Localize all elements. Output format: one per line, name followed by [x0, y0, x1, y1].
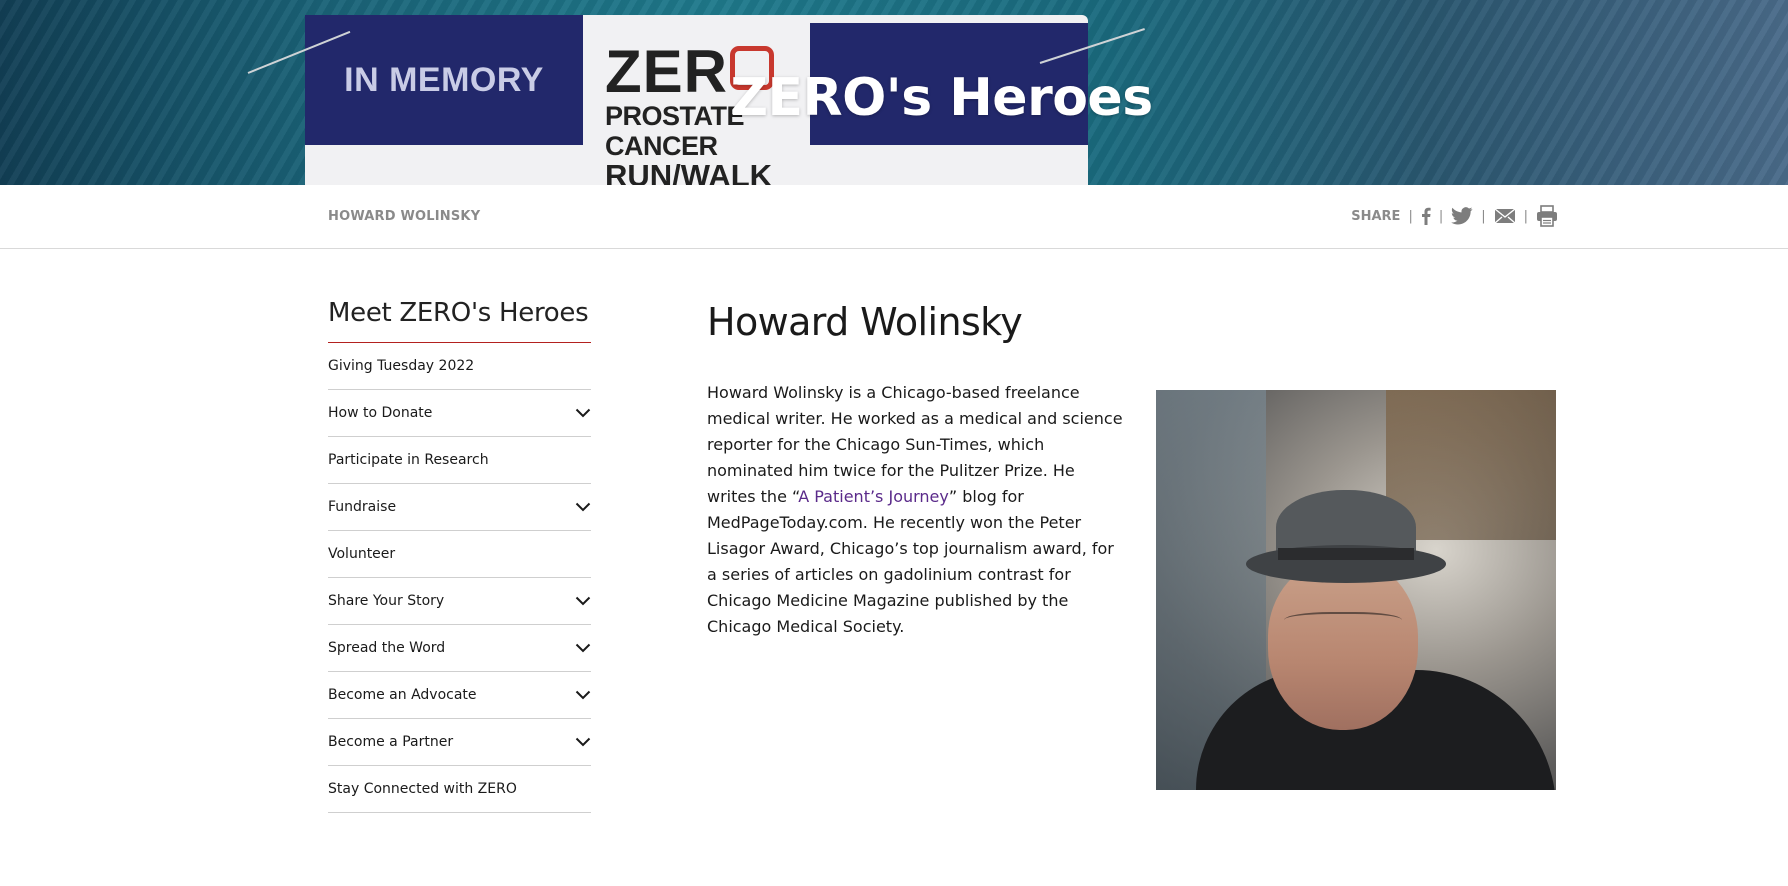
bio-text-end: ” blog for MedPageToday.com. He recently… [707, 487, 1114, 636]
breadcrumb-bar: HOWARD WOLINSKY SHARE | | | | [0, 185, 1788, 249]
sidebar-item[interactable]: Participate in Research [328, 437, 591, 484]
sidebar-heading: Meet ZERO's Heroes [328, 298, 591, 343]
email-icon[interactable] [1494, 205, 1516, 227]
sidebar-item[interactable]: Spread the Word [328, 625, 591, 672]
hero-banner: IN MEMORY ZER PROSTATE CANCER RUN/WALK Z… [0, 0, 1788, 185]
chevron-down-icon[interactable] [575, 690, 591, 700]
sidebar-item[interactable]: Share Your Story [328, 578, 591, 625]
chevron-down-icon[interactable] [575, 596, 591, 606]
sidebar-item-label: Share Your Story [328, 593, 445, 609]
main-content: Howard Wolinsky Howard Wolinsky is a Chi… [707, 298, 1557, 790]
sidebar-item[interactable]: Stay Connected with ZERO [328, 766, 591, 813]
sidebar-item[interactable]: Giving Tuesday 2022 [328, 343, 591, 390]
sidebar-nav: Meet ZERO's Heroes Giving Tuesday 2022 Ho… [328, 298, 591, 813]
sidebar-item-label: Volunteer [328, 546, 396, 562]
share-toolbar: SHARE | | | | [1351, 205, 1558, 227]
chevron-down-icon[interactable] [575, 502, 591, 512]
sidebar-item[interactable]: Fundraise [328, 484, 591, 531]
sidebar-item-label: Giving Tuesday 2022 [328, 358, 475, 374]
sidebar-item-label: Become an Advocate [328, 687, 477, 703]
sidebar-item[interactable]: Become a Partner [328, 719, 591, 766]
patients-journey-link[interactable]: A Patient’s Journey [798, 487, 949, 506]
facebook-icon[interactable] [1421, 205, 1431, 227]
print-icon[interactable] [1536, 205, 1558, 227]
share-label: SHARE [1351, 208, 1401, 224]
bib-line-runwalk: RUN/WALK [605, 158, 773, 185]
sidebar-item[interactable]: How to Donate [328, 390, 591, 437]
share-separator: | [1481, 208, 1486, 224]
sidebar-item[interactable]: Become an Advocate [328, 672, 591, 719]
share-separator: | [1408, 208, 1413, 224]
sidebar-item-label: Spread the Word [328, 640, 446, 656]
sidebar-list: Giving Tuesday 2022 How to Donate Particip… [328, 343, 591, 813]
hero-title: ZERO's Heroes [730, 68, 1153, 128]
chevron-down-icon[interactable] [575, 737, 591, 747]
sidebar-item-label: Participate in Research [328, 452, 489, 468]
chevron-down-icon[interactable] [575, 408, 591, 418]
sidebar-item-label: How to Donate [328, 405, 433, 421]
breadcrumb-current: HOWARD WOLINSKY [328, 209, 481, 224]
chevron-down-icon[interactable] [575, 643, 591, 653]
sidebar-item[interactable]: Volunteer [328, 531, 591, 578]
share-separator: | [1438, 208, 1444, 224]
sidebar-item-label: Stay Connected with ZERO [328, 781, 517, 797]
sidebar-item-label: Become a Partner [328, 734, 454, 750]
share-separator: | [1523, 208, 1528, 224]
page-title: Howard Wolinsky [707, 300, 1023, 344]
bio-paragraph: Howard Wolinsky is a Chicago-based freel… [707, 380, 1127, 640]
twitter-icon[interactable] [1451, 205, 1473, 227]
portrait-photo [1156, 390, 1556, 790]
sidebar-item-label: Fundraise [328, 499, 397, 515]
